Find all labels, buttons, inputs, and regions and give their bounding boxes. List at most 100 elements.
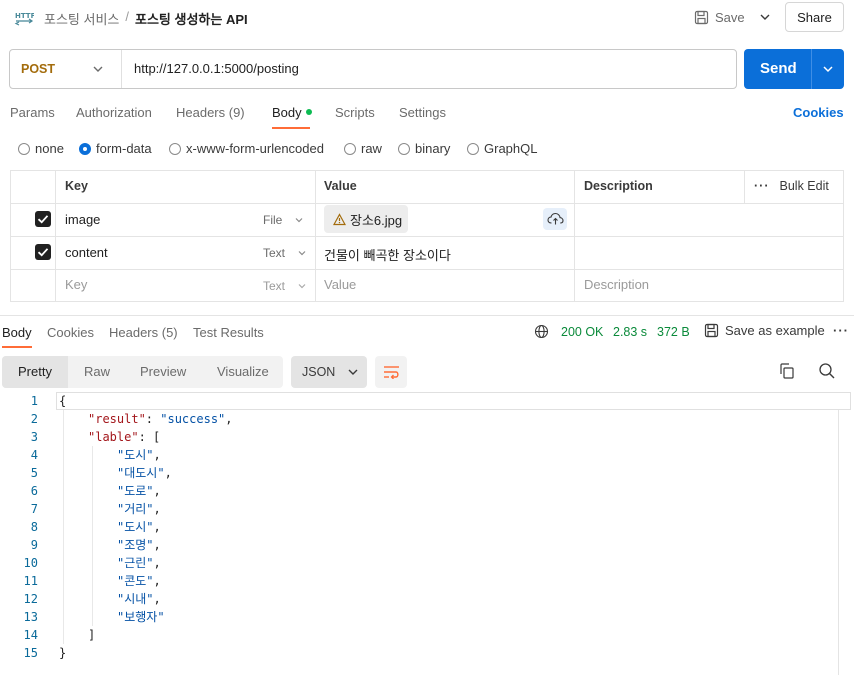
body-type-urlencoded[interactable]: x-www-form-urlencoded bbox=[169, 141, 324, 156]
json-punctuation: , bbox=[153, 538, 161, 552]
body-type-binary[interactable]: binary bbox=[398, 141, 450, 156]
file-chip[interactable]: 장소6.jpg bbox=[324, 205, 408, 233]
send-button[interactable]: Send bbox=[744, 49, 844, 89]
view-raw[interactable]: Raw bbox=[84, 364, 110, 379]
method-label: POST bbox=[21, 62, 56, 76]
more-icon[interactable]: ··· bbox=[754, 179, 770, 193]
copy-icon[interactable] bbox=[778, 362, 796, 380]
more-options-icon[interactable]: ··· bbox=[833, 323, 849, 338]
status-code[interactable]: 200 OK bbox=[561, 325, 603, 339]
body-type-raw[interactable]: raw bbox=[344, 141, 382, 156]
send-label: Send bbox=[760, 60, 797, 77]
response-size[interactable]: 372 B bbox=[657, 325, 690, 339]
body-type-graphql[interactable]: GraphQL bbox=[467, 141, 537, 156]
view-pretty[interactable]: Pretty bbox=[18, 364, 52, 379]
tab-authorization[interactable]: Authorization bbox=[76, 105, 152, 120]
save-button[interactable]: Save bbox=[694, 6, 745, 28]
save-example-label: Save as example bbox=[725, 323, 825, 338]
line-content: "도로", bbox=[117, 482, 161, 500]
view-preview[interactable]: Preview bbox=[140, 364, 186, 379]
chevron-down-icon bbox=[93, 66, 103, 72]
row-divider bbox=[11, 236, 843, 237]
format-label: JSON bbox=[302, 365, 336, 379]
share-button[interactable]: Share bbox=[785, 2, 844, 32]
response-tab-body[interactable]: Body bbox=[2, 325, 32, 340]
request-title[interactable]: 포스팅 생성하는 API bbox=[135, 9, 248, 28]
json-punctuation: : [ bbox=[138, 430, 161, 444]
bulk-edit-button[interactable]: ··· Bulk Edit bbox=[754, 179, 829, 193]
json-punctuation: , bbox=[153, 484, 161, 498]
tab-body-label: Body bbox=[272, 105, 302, 120]
column-header-key: Key bbox=[65, 179, 88, 193]
tab-params[interactable]: Params bbox=[10, 105, 55, 120]
code-line: 2 "result": "success", bbox=[0, 410, 840, 428]
chevron-down-icon[interactable] bbox=[821, 62, 835, 76]
wrap-lines-button[interactable] bbox=[375, 356, 407, 388]
line-content: } bbox=[59, 644, 66, 662]
url-input[interactable]: http://127.0.0.1:5000/posting bbox=[134, 61, 299, 76]
line-number: 2 bbox=[30, 412, 38, 426]
radio-graphql[interactable] bbox=[467, 142, 479, 155]
body-type-form-data[interactable]: form-data bbox=[79, 141, 152, 156]
save-as-example-button[interactable]: Save as example bbox=[704, 323, 825, 338]
code-line: 3 "lable": [ bbox=[0, 428, 840, 446]
type-label: File bbox=[263, 213, 283, 227]
line-number: 12 bbox=[23, 592, 38, 606]
globe-icon[interactable] bbox=[534, 324, 549, 339]
save-options-dropdown[interactable] bbox=[752, 6, 778, 28]
active-tab-indicator bbox=[272, 127, 310, 129]
tab-body[interactable]: Body bbox=[272, 105, 312, 120]
json-string: "대도시" bbox=[117, 466, 165, 480]
url-bar: POST http://127.0.0.1:5000/posting bbox=[9, 49, 737, 89]
breadcrumb-collection[interactable]: 포스팅 서비스 bbox=[44, 9, 119, 28]
json-punctuation: ] bbox=[88, 628, 96, 642]
response-tab-test-results[interactable]: Test Results bbox=[193, 325, 264, 340]
tab-scripts[interactable]: Scripts bbox=[335, 105, 375, 120]
row-checkbox[interactable] bbox=[35, 211, 51, 227]
line-number: 5 bbox=[30, 466, 38, 480]
method-select[interactable]: POST bbox=[10, 50, 122, 88]
chevron-down-icon bbox=[760, 14, 770, 20]
row-checkbox[interactable] bbox=[35, 244, 51, 260]
row-value-content[interactable]: 건물이 빼곡한 장소이다 bbox=[324, 245, 451, 264]
column-header-value: Value bbox=[324, 179, 357, 193]
response-tab-cookies[interactable]: Cookies bbox=[47, 325, 94, 340]
response-code-viewer[interactable]: 1{2 "result": "success", 3 "lable": [4 "도시",… bbox=[0, 392, 854, 675]
json-string: "콘도" bbox=[117, 574, 154, 588]
response-time[interactable]: 2.83 s bbox=[613, 325, 647, 339]
format-select[interactable]: JSON bbox=[291, 356, 367, 388]
column-header-description: Description bbox=[584, 179, 653, 193]
radio-raw[interactable] bbox=[344, 142, 356, 155]
row-type-select[interactable]: Text bbox=[263, 246, 307, 260]
radio-label: binary bbox=[415, 141, 451, 156]
new-description-input[interactable]: Description bbox=[584, 277, 649, 292]
body-type-none[interactable]: none bbox=[18, 141, 64, 156]
radio-form-data[interactable] bbox=[79, 142, 91, 155]
save-icon bbox=[694, 10, 709, 24]
radio-urlencoded[interactable] bbox=[169, 142, 181, 155]
new-value-input[interactable]: Value bbox=[324, 277, 356, 292]
line-number: 10 bbox=[23, 556, 38, 570]
view-visualize[interactable]: Visualize bbox=[217, 364, 269, 379]
radio-none[interactable] bbox=[18, 142, 30, 155]
col-divider bbox=[55, 171, 56, 301]
line-content: "result": "success", bbox=[88, 410, 233, 428]
row-key-content[interactable]: content bbox=[65, 245, 108, 260]
warning-icon bbox=[333, 212, 346, 225]
radio-binary[interactable] bbox=[398, 142, 410, 155]
tab-settings[interactable]: Settings bbox=[399, 105, 446, 120]
search-icon[interactable] bbox=[818, 362, 836, 380]
code-line: 11 "콘도", bbox=[0, 572, 840, 590]
response-tab-headers[interactable]: Headers (5) bbox=[109, 325, 178, 340]
row-type-select[interactable]: File bbox=[263, 213, 304, 227]
new-row-type-select[interactable]: Text bbox=[263, 279, 307, 293]
line-number: 6 bbox=[30, 484, 38, 498]
upload-button[interactable] bbox=[543, 208, 567, 230]
cookies-link[interactable]: Cookies bbox=[793, 105, 844, 120]
row-key-image[interactable]: image bbox=[65, 212, 100, 227]
json-punctuation: , bbox=[153, 448, 161, 462]
code-line: 13 "보행자" bbox=[0, 608, 840, 626]
new-key-input[interactable]: Key bbox=[65, 277, 87, 292]
line-number: 7 bbox=[30, 502, 38, 516]
tab-headers[interactable]: Headers (9) bbox=[176, 105, 245, 120]
